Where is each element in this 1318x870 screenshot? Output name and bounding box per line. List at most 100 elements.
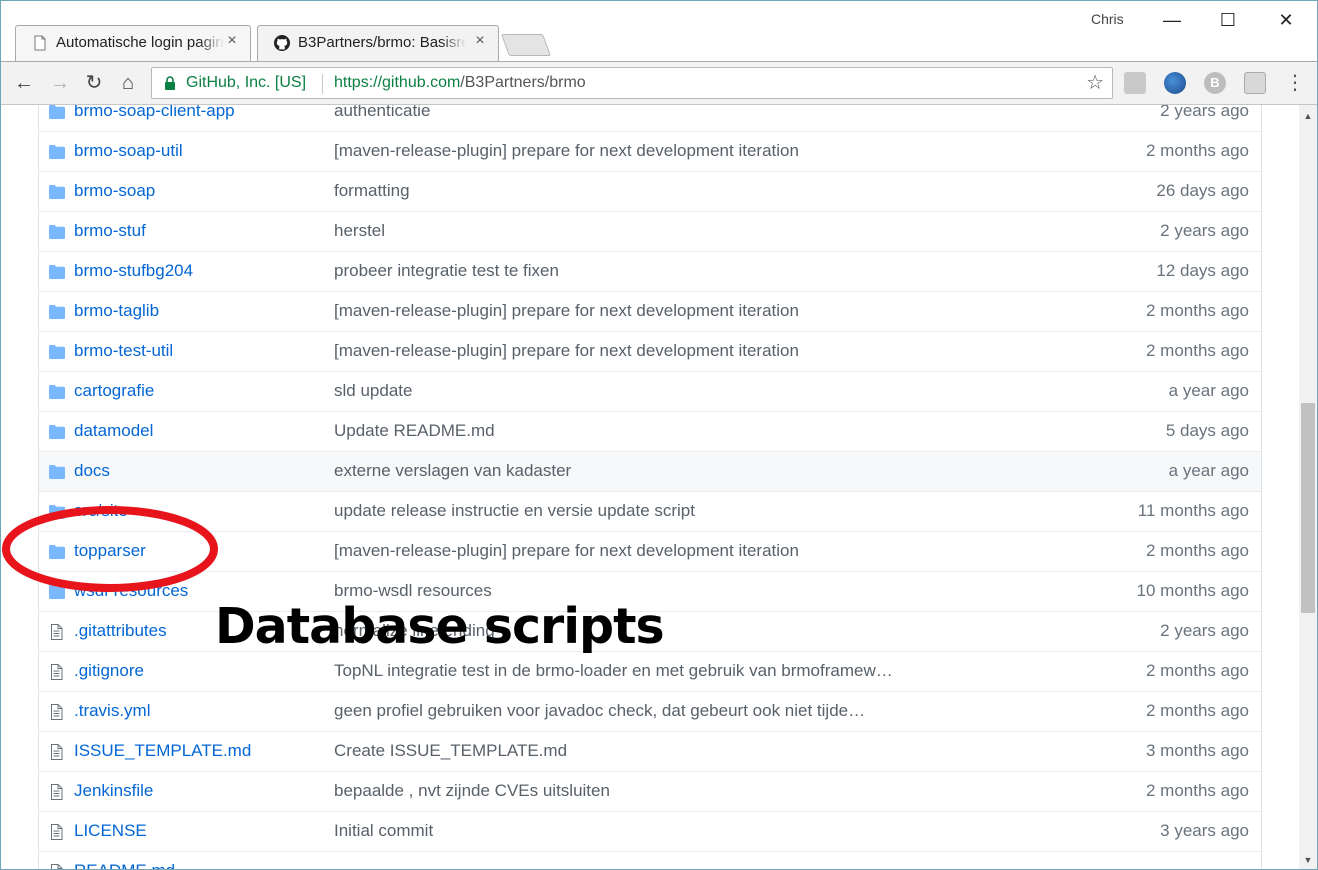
commit-message-link[interactable]: bepaalde , nvt zijnde CVEs uitsluiten (334, 781, 610, 801)
commit-message-link[interactable]: sld update (334, 381, 412, 401)
close-window-button[interactable]: ✕ (1263, 5, 1309, 35)
folder-icon (49, 225, 65, 239)
forward-button[interactable]: → (47, 70, 73, 96)
file-name-link[interactable]: brmo-stuf (74, 221, 146, 241)
profile-name[interactable]: Chris (1091, 11, 1124, 27)
commit-message-link[interactable]: Update README.md (334, 421, 495, 441)
address-bar[interactable]: GitHub, Inc. [US] https://github.com/B3P… (151, 67, 1113, 99)
folder-icon (49, 345, 65, 359)
folder-icon (49, 105, 65, 119)
scroll-up-arrow-icon[interactable]: ▲ (1299, 107, 1317, 125)
file-name-link[interactable]: cartografie (74, 381, 154, 401)
home-button[interactable]: ⌂ (115, 70, 141, 96)
folder-icon (49, 145, 65, 159)
file-row: brmo-taglib [maven-release-plugin] prepar… (39, 291, 1261, 331)
tab-close-icon[interactable]: × (472, 33, 488, 49)
file-name-link[interactable]: brmo-soap-client-app (74, 105, 235, 121)
commit-message-link[interactable]: [maven-release-plugin] prepare for next … (334, 541, 799, 561)
commit-message-link[interactable]: formatting (334, 181, 410, 201)
file-name-link[interactable]: LICENSE (74, 821, 147, 841)
new-tab-button[interactable] (500, 34, 552, 56)
b-extension-icon[interactable]: B (1204, 72, 1226, 94)
tab-title: B3Partners/brmo: Basisregistraties (298, 34, 466, 51)
tab-title: Automatische login pagina (56, 34, 224, 51)
folder-icon (49, 265, 65, 279)
file-name-link[interactable]: brmo-stufbg204 (74, 261, 193, 281)
commit-age: 2 months ago (1145, 541, 1249, 560)
file-name-link[interactable]: .gitignore (74, 661, 144, 681)
file-row: brmo-soap-client-app authenticatie 2 years… (39, 105, 1261, 131)
commit-message-link[interactable]: TopNL integratie test in de brmo-loader … (334, 661, 893, 681)
commit-message-link[interactable]: [maven-release-plugin] prepare for next … (334, 141, 799, 161)
annotation-caption: Database scripts (215, 598, 665, 655)
browser-menu-icon[interactable]: ⋮ (1285, 70, 1305, 96)
file-name-link[interactable]: brmo-taglib (74, 301, 159, 321)
commit-message-link[interactable]: [maven-release-plugin] prepare for next … (334, 341, 799, 361)
file-row: src/site update release instructie en ver… (39, 491, 1261, 531)
cube-extension-icon[interactable] (1244, 72, 1266, 94)
file-list: brmo-soap-client-app authenticatie 2 years… (38, 105, 1262, 869)
url-scheme-host: https://github.com (334, 74, 461, 91)
file-row: brmo-soap formatting 26 days ago (39, 171, 1261, 211)
lock-icon (165, 76, 175, 90)
scroll-down-arrow-icon[interactable]: ▼ (1299, 851, 1317, 869)
file-name-link[interactable]: src/site (74, 501, 128, 521)
page-viewport: brmo-soap-client-app authenticatie 2 years… (1, 105, 1299, 869)
file-row: brmo-stufbg204 probeer integratie test te… (39, 251, 1261, 291)
site-identity[interactable]: GitHub, Inc. [US] (186, 74, 306, 92)
file-row: cartografie sld update a year ago (39, 371, 1261, 411)
globe-extension-icon[interactable] (1164, 72, 1186, 94)
commit-age: 2 months ago (1145, 661, 1249, 680)
reload-button[interactable]: ↻ (81, 70, 107, 96)
commit-message-link[interactable]: Initial commit (334, 821, 433, 841)
file-name-link[interactable]: datamodel (74, 421, 153, 441)
tab-automatische-login[interactable]: Automatische login pagina × (15, 25, 251, 61)
commit-age: 3 years ago (1160, 821, 1249, 840)
back-button[interactable]: ← (11, 70, 37, 96)
url-text[interactable]: https://github.com/B3Partners/brmo (334, 74, 586, 92)
file-name-link[interactable]: .gitattributes (74, 621, 167, 641)
file-name-link[interactable]: docs (74, 461, 110, 481)
commit-message-link[interactable]: herstel (334, 221, 385, 241)
file-name-link[interactable]: README.md (74, 861, 175, 869)
commit-age: 2 years ago (1160, 621, 1249, 640)
commit-age: a year ago (1168, 461, 1249, 480)
file-row: docs externe verslagen van kadaster a year… (39, 451, 1261, 491)
commit-message-link[interactable]: authenticatie (334, 105, 430, 121)
github-icon (274, 35, 290, 51)
folder-icon (49, 545, 65, 559)
commit-message-link[interactable]: externe verslagen van kadaster (334, 461, 571, 481)
commit-message-link[interactable]: probeer integratie test te fixen (334, 261, 559, 281)
file-row: brmo-test-util [maven-release-plugin] pre… (39, 331, 1261, 371)
file-name-link[interactable]: brmo-soap (74, 181, 155, 201)
file-name-link[interactable]: brmo-soap-util (74, 141, 183, 161)
file-name-link[interactable]: brmo-test-util (74, 341, 173, 361)
scroll-thumb[interactable] (1301, 403, 1315, 613)
commit-message-link[interactable]: [maven-release-plugin] prepare for next … (334, 301, 799, 321)
file-name-link[interactable]: Jenkinsfile (74, 781, 153, 801)
file-row: LICENSE Initial commit 3 years ago (39, 811, 1261, 851)
bookmark-star-icon[interactable]: ☆ (1086, 73, 1104, 93)
commit-message-link[interactable]: Create ISSUE_TEMPLATE.md (334, 741, 567, 761)
commit-message-link[interactable]: update release instructie en versie upda… (334, 501, 695, 521)
commit-age: 2 months ago (1145, 781, 1249, 800)
url-separator (322, 74, 323, 94)
file-name-link[interactable]: .travis.yml (74, 701, 151, 721)
minimize-button[interactable]: — (1149, 5, 1195, 35)
file-name-link[interactable]: topparser (74, 541, 146, 561)
extension-icon[interactable] (1124, 72, 1146, 94)
commit-age: 2 years ago (1160, 221, 1249, 240)
commit-message-link[interactable]: geen profiel gebruiken voor javadoc chec… (334, 701, 865, 721)
commit-age: 2 months ago (1145, 341, 1249, 360)
vertical-scrollbar[interactable]: ▲ ▼ (1299, 105, 1317, 869)
commit-age: 12 days ago (1156, 261, 1249, 280)
tab-brmo-repo[interactable]: B3Partners/brmo: Basisregistraties × (257, 25, 499, 61)
file-name-link[interactable]: wsdl-resources (74, 581, 188, 601)
folder-icon (49, 585, 65, 599)
file-name-link[interactable]: ISSUE_TEMPLATE.md (74, 741, 251, 761)
file-row: Jenkinsfile bepaalde , nvt zijnde CVEs ui… (39, 771, 1261, 811)
tab-close-icon[interactable]: × (224, 33, 240, 49)
maximize-button[interactable]: ☐ (1205, 5, 1251, 35)
file-row: datamodel Update README.md 5 days ago (39, 411, 1261, 451)
commit-age: 3 months ago (1145, 741, 1249, 760)
